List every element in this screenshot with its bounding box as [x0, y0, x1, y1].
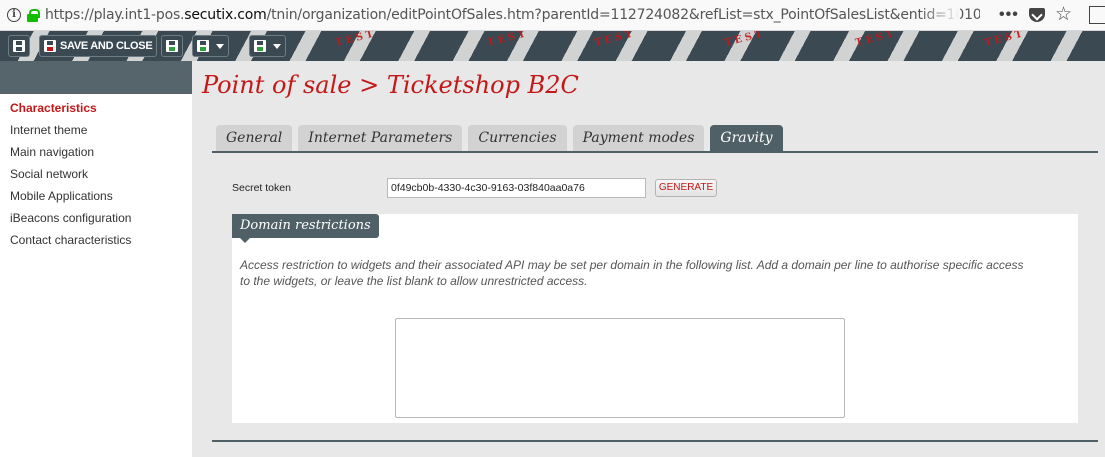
sidebar-toggle-icon[interactable] — [1089, 6, 1105, 24]
sidebar-item-social-network[interactable]: Social network — [0, 163, 192, 185]
bookmark-star-icon[interactable]: ☆ — [1055, 3, 1072, 26]
domain-restrictions-description: Access restriction to widgets and their … — [240, 258, 1024, 288]
tab-bar: General Internet Parameters Currencies P… — [216, 125, 789, 151]
tab-internet-parameters[interactable]: Internet Parameters — [298, 125, 463, 151]
page-actions-menu-icon[interactable]: ••• — [999, 6, 1019, 24]
url-fade — [920, 0, 960, 30]
sidebar-item-characteristics[interactable]: Characteristics — [0, 97, 192, 119]
app-toolbar: TEST TEST TEST TEST TEST TEST SAVE AND C… — [0, 31, 1105, 61]
save-button[interactable] — [8, 35, 30, 57]
save-as-button[interactable] — [249, 35, 286, 57]
save-and-close-label: SAVE AND CLOSE — [60, 40, 153, 52]
tab-payment-modes[interactable]: Payment modes — [572, 125, 705, 151]
domain-restrictions-title: Domain restrictions — [232, 214, 379, 243]
save-as-icon — [254, 40, 266, 52]
domain-list-textarea[interactable] — [395, 318, 845, 418]
tab-gravity[interactable]: Gravity — [710, 125, 783, 151]
tab-general[interactable]: General — [216, 125, 293, 151]
main-content: Point of sale > Ticketshop B2C General I… — [192, 61, 1105, 457]
browser-url-bar: i https://play.int1-pos.secutix.com/tnin… — [0, 0, 1105, 31]
chevron-down-icon[interactable] — [216, 43, 224, 49]
secret-token-input[interactable] — [387, 178, 646, 198]
save-icon — [13, 40, 25, 52]
url-domain: secutix.com — [184, 7, 267, 23]
secret-token-label: Secret token — [232, 182, 291, 194]
sidebar-item-main-navigation[interactable]: Main navigation — [0, 141, 192, 163]
url-path: /tnin/organization/editPointOfSales.htm?… — [266, 7, 980, 23]
bottom-divider — [212, 440, 1098, 442]
lock-icon[interactable] — [27, 8, 40, 22]
sidebar-item-ibeacons-configuration[interactable]: iBeacons configuration — [0, 207, 192, 229]
info-icon[interactable]: i — [7, 8, 21, 22]
save-copy-button[interactable] — [192, 35, 229, 57]
generate-button[interactable]: GENERATE — [655, 179, 717, 197]
tab-currencies[interactable]: Currencies — [468, 125, 567, 151]
save-and-close-button[interactable]: SAVE AND CLOSE — [39, 35, 158, 57]
left-navigation: Characteristics Internet theme Main navi… — [0, 61, 192, 457]
tab-divider — [212, 151, 1098, 153]
domain-restrictions-panel: Domain restrictions Access restriction t… — [232, 214, 1078, 423]
page-title: Point of sale > Ticketshop B2C — [202, 71, 579, 99]
save-new-button[interactable] — [161, 35, 183, 57]
chevron-down-icon[interactable] — [273, 43, 281, 49]
address-field[interactable]: https://play.int1-pos.secutix.com/tnin/o… — [45, 7, 980, 23]
pocket-icon[interactable] — [1029, 8, 1045, 22]
save-new-icon — [166, 40, 178, 52]
url-prefix: https://play.int1-pos. — [45, 7, 185, 23]
sidebar-item-contact-characteristics[interactable]: Contact characteristics — [0, 229, 192, 251]
sidebar-item-internet-theme[interactable]: Internet theme — [0, 119, 192, 141]
left-navigation-header — [0, 61, 192, 94]
sidebar-item-mobile-applications[interactable]: Mobile Applications — [0, 185, 192, 207]
save-copy-icon — [197, 40, 209, 52]
save-close-icon — [44, 40, 56, 52]
